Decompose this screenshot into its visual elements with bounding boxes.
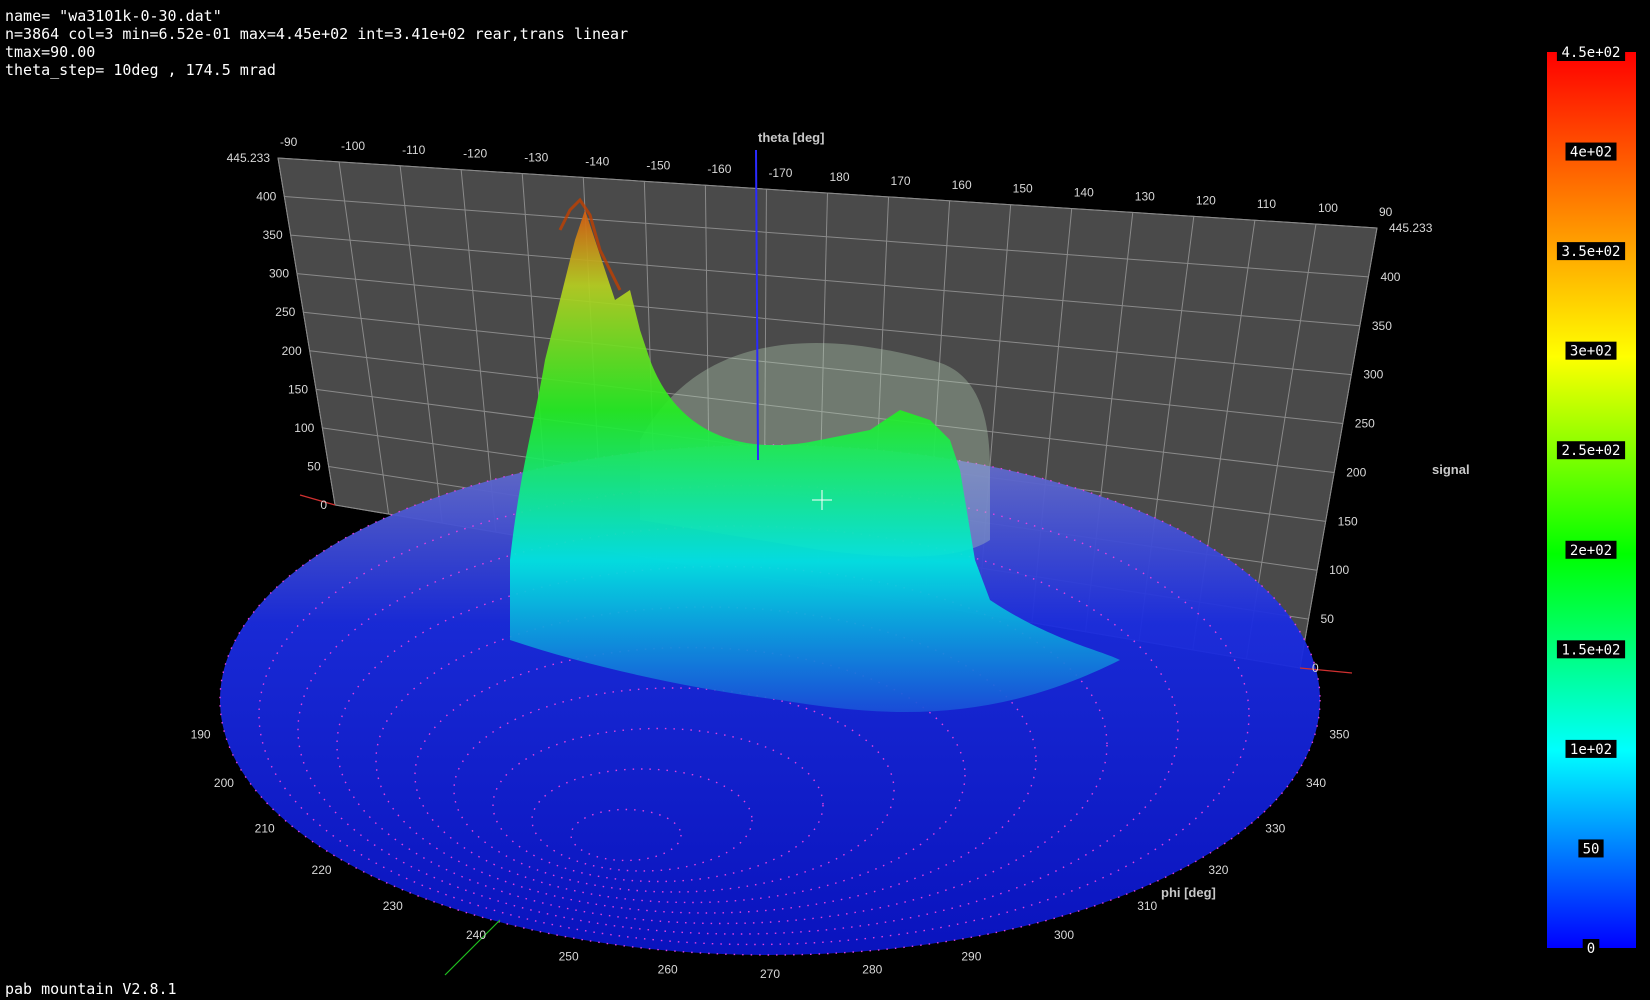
- theta-tick-label: -120: [463, 147, 487, 161]
- theta-tick-label: 150: [1013, 182, 1033, 196]
- phi-tick-label: 220: [312, 863, 332, 877]
- signal-tick-left: 250: [275, 305, 295, 319]
- colorbar: [1547, 52, 1636, 948]
- signal-tick-left: 400: [256, 190, 276, 204]
- signal-tick-left: 350: [263, 228, 283, 242]
- theta-tick-label: 90: [1379, 205, 1393, 219]
- signal-axis-label: signal: [1432, 462, 1470, 477]
- theta-tick-label: -100: [341, 139, 365, 153]
- theta-tick-label: 120: [1196, 193, 1216, 207]
- signal-tick-right: 0: [1312, 661, 1319, 675]
- theta-tick-label: -130: [524, 151, 548, 165]
- phi-tick-label: 330: [1265, 822, 1285, 836]
- phi-tick-label: 210: [255, 822, 275, 836]
- colorbar-label: 4.5e+02: [1561, 45, 1620, 61]
- signal-tick-left: 200: [282, 344, 302, 358]
- colorbar-label: 0: [1587, 941, 1595, 957]
- version-footer: pab mountain V2.8.1: [5, 980, 177, 998]
- phi-tick-label: 240: [466, 928, 486, 942]
- phi-axis-label: phi [deg]: [1161, 885, 1216, 900]
- colorbar-label: 50: [1583, 841, 1600, 857]
- signal-tick-right: 445.233: [1389, 221, 1433, 235]
- theta-tick-label: 110: [1257, 197, 1276, 211]
- colorbar-label: 3e+02: [1570, 344, 1612, 360]
- theta-tick-label: 100: [1318, 201, 1338, 215]
- theta-tick-label: 160: [952, 178, 972, 192]
- colorbar-label: 3.5e+02: [1561, 244, 1620, 260]
- x-axis-arrow: [299, 494, 336, 506]
- phi-tick-label: 200: [214, 776, 234, 790]
- theta-tick-label: -150: [646, 158, 670, 172]
- colorbar-label: 2.5e+02: [1561, 443, 1620, 459]
- phi-tick-label: 290: [961, 949, 981, 963]
- phi-tick-label: 270: [760, 967, 780, 981]
- colorbar-label: 4e+02: [1570, 145, 1612, 161]
- theta-axis-label: theta [deg]: [758, 130, 824, 145]
- signal-tick-left: 300: [269, 267, 289, 281]
- surface-plot[interactable]: -90 -100 -110 -120 -130 -140 -150 -160 -170 180 17…: [0, 0, 1650, 1000]
- phi-tick-label: 280: [862, 963, 882, 977]
- phi-tick-label: 340: [1306, 776, 1326, 790]
- signal-tick-right: 50: [1321, 612, 1335, 626]
- phi-tick-label: 190: [191, 728, 211, 742]
- colorbar-label: 1.5e+02: [1561, 642, 1620, 658]
- signal-tick-right: 100: [1329, 563, 1349, 577]
- phi-tick-label: 310: [1137, 899, 1157, 913]
- signal-tick-right: 200: [1346, 465, 1366, 479]
- phi-tick-label: 320: [1208, 863, 1228, 877]
- signal-tick-left: 0: [320, 498, 327, 512]
- theta-tick-label: 170: [891, 174, 911, 188]
- signal-tick-right: 350: [1372, 319, 1392, 333]
- signal-tick-right: 400: [1380, 270, 1400, 284]
- signal-tick-left: 150: [288, 382, 308, 396]
- colorbar-label: 2e+02: [1570, 543, 1612, 559]
- signal-tick-right: 300: [1363, 368, 1383, 382]
- signal-tick-left: 100: [294, 421, 314, 435]
- theta-tick-label: -140: [585, 154, 609, 168]
- theta-tick-label: 130: [1135, 189, 1155, 203]
- signal-tick-left: 445.233: [227, 151, 271, 165]
- phi-tick-label: 350: [1329, 728, 1349, 742]
- theta-tick-label: -160: [707, 162, 731, 176]
- theta-tick-label: 180: [830, 170, 850, 184]
- theta-tick-label: -170: [768, 166, 792, 180]
- phi-tick-label: 230: [383, 899, 403, 913]
- signal-tick-right: 150: [1338, 514, 1358, 528]
- signal-tick-left: 50: [307, 459, 321, 473]
- colorbar-label: 1e+02: [1570, 742, 1612, 758]
- theta-tick-label: -110: [402, 143, 425, 157]
- phi-tick-label: 300: [1054, 928, 1074, 942]
- phi-tick-label: 260: [658, 963, 678, 977]
- theta-tick-label: -90: [280, 135, 298, 149]
- phi-tick-label: 250: [559, 949, 579, 963]
- signal-tick-right: 250: [1355, 417, 1375, 431]
- theta-tick-label: 140: [1074, 186, 1094, 200]
